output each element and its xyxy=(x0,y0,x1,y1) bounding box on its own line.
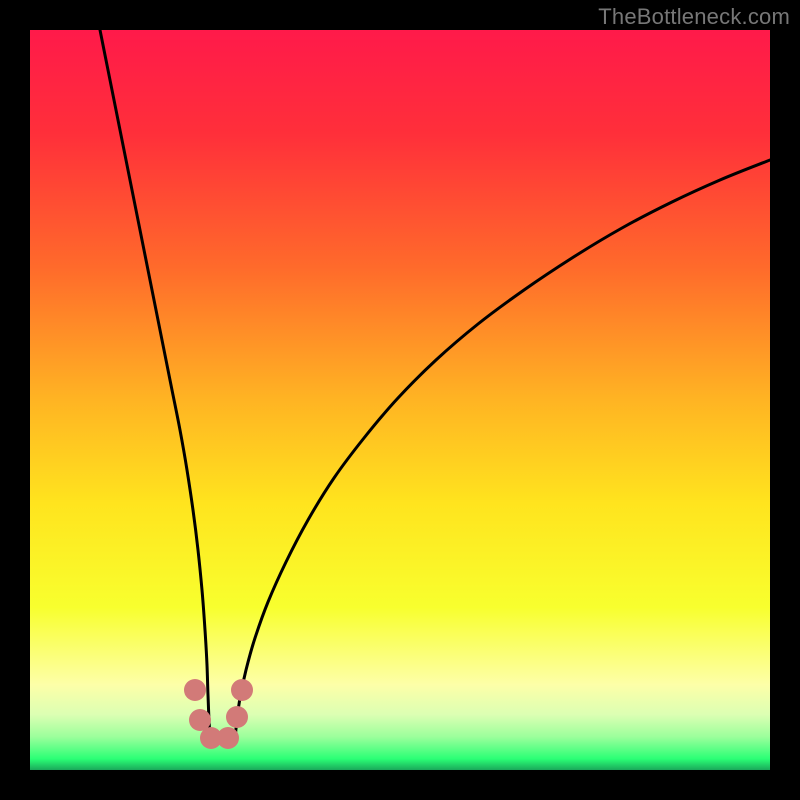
marker-point xyxy=(231,679,253,701)
marker-point xyxy=(184,679,206,701)
marker-point xyxy=(217,727,239,749)
watermark-text: TheBottleneck.com xyxy=(598,4,790,30)
marker-point xyxy=(226,706,248,728)
chart-frame: TheBottleneck.com xyxy=(0,0,800,800)
gradient-background xyxy=(30,30,770,770)
chart-svg xyxy=(30,30,770,770)
plot-area xyxy=(30,30,770,770)
